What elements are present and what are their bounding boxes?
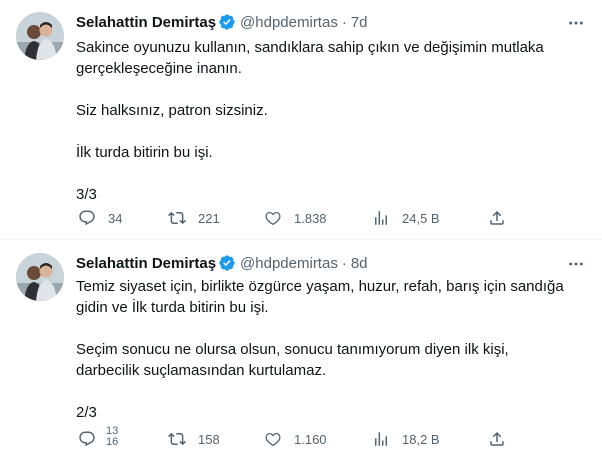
separator-dot: · <box>341 254 347 272</box>
tweet-paragraph: Siz halksınız, patron sizsiniz. <box>76 102 268 119</box>
like-button[interactable]: 1.838 <box>264 209 327 227</box>
tweet-paragraph: İlk turda bitirin bu işi. <box>76 144 213 161</box>
avatar[interactable] <box>16 12 64 60</box>
tweet-paragraph: 2/3 <box>76 404 97 421</box>
share-button[interactable] <box>488 430 506 448</box>
tweet-paragraph: Sakince oyunuzu kullanın, sandıklara sah… <box>76 39 544 77</box>
views-button[interactable]: 24,5 B <box>372 209 440 227</box>
more-icon[interactable] <box>566 14 586 32</box>
retweet-button[interactable]: 158 <box>168 430 220 448</box>
tweet-header: Selahattin Demirtaş @hdpdemirtas · 8d <box>76 253 368 273</box>
tweet-actions: 34 221 1.838 24,5 B <box>76 208 506 228</box>
like-count: 1.160 <box>294 431 327 447</box>
view-count: 24,5 B <box>402 210 440 226</box>
reply-icon <box>79 431 95 447</box>
author-name[interactable]: Selahattin Demirtaş <box>76 14 216 31</box>
author-name[interactable]: Selahattin Demirtaş <box>76 255 216 272</box>
like-icon <box>265 433 281 447</box>
verified-badge-icon <box>219 255 235 271</box>
tweet-paragraph: 3/3 <box>76 186 97 203</box>
timestamp[interactable]: 7d <box>351 14 368 31</box>
timestamp[interactable]: 8d <box>351 255 368 272</box>
verified-badge-icon <box>219 14 235 30</box>
view-count: 18,2 B <box>402 431 440 447</box>
author-handle[interactable]: @hdpdemirtas <box>240 14 338 31</box>
reply-count-next: 16 <box>106 436 119 448</box>
views-button[interactable]: 18,2 B <box>372 430 440 448</box>
retweet-count: 221 <box>198 210 220 226</box>
tweet[interactable]: Selahattin Demirtaş @hdpdemirtas · 8d Te… <box>0 241 602 464</box>
reply-count-rolling: 13 16 <box>106 426 118 448</box>
views-icon <box>375 211 387 225</box>
reply-count: 34 <box>108 210 123 226</box>
more-icon[interactable] <box>566 255 586 273</box>
tweet-actions: 13 16 158 1.160 18,2 B <box>76 426 506 449</box>
reply-icon <box>79 210 95 226</box>
like-icon <box>265 212 281 226</box>
like-button[interactable]: 1.160 <box>264 430 327 448</box>
tweet-header: Selahattin Demirtaş @hdpdemirtas · 7d <box>76 12 368 32</box>
author-handle[interactable]: @hdpdemirtas <box>240 255 338 272</box>
share-icon <box>490 431 504 446</box>
tweet-text: Sakince oyunuzu kullanın, sandıklara sah… <box>76 37 586 205</box>
avatar[interactable] <box>16 253 64 301</box>
retweet-icon <box>168 432 186 446</box>
share-button[interactable] <box>488 209 506 227</box>
like-count: 1.838 <box>294 210 327 226</box>
reply-button[interactable]: 13 16 <box>78 426 118 448</box>
retweet-count: 158 <box>198 431 220 447</box>
tweet-paragraph: Temiz siyaset için, birlikte özgürce yaş… <box>76 278 564 316</box>
retweet-button[interactable]: 221 <box>168 209 220 227</box>
share-icon <box>490 210 504 225</box>
views-icon <box>375 432 387 446</box>
separator-dot: · <box>341 13 347 31</box>
tweet[interactable]: Selahattin Demirtaş @hdpdemirtas · 7d Sa… <box>0 0 602 240</box>
tweet-text: Temiz siyaset için, birlikte özgürce yaş… <box>76 276 586 423</box>
tweet-paragraph: Seçim sonucu ne olursa olsun, sonucu tan… <box>76 341 509 379</box>
reply-button[interactable]: 34 <box>78 209 122 227</box>
retweet-icon <box>168 211 186 225</box>
